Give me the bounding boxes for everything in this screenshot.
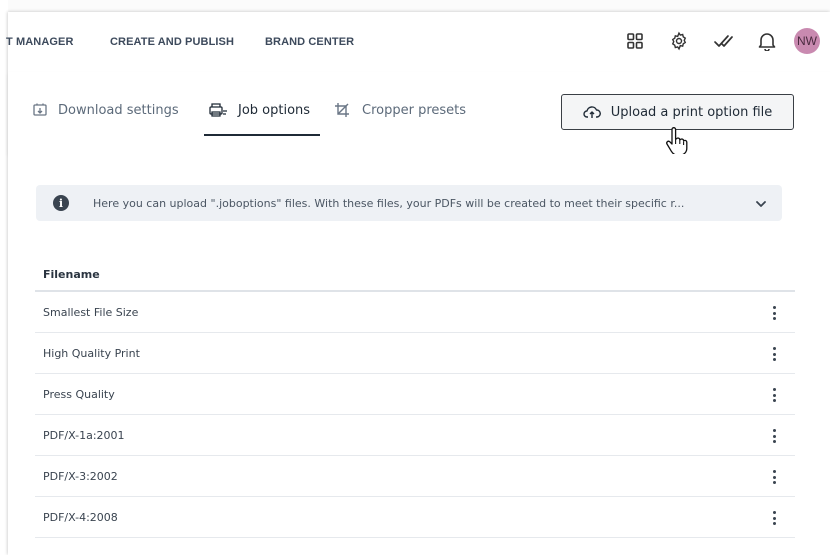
active-tab-indicator (204, 134, 320, 136)
nav-asset-manager[interactable]: T MANAGER (6, 36, 74, 48)
app-window: T MANAGER CREATE AND PUBLISH BRAND CENTE… (6, 12, 830, 555)
nav-create-and-publish[interactable]: CREATE AND PUBLISH (110, 36, 234, 48)
column-header-filename[interactable]: Filename (35, 258, 795, 292)
more-options-icon[interactable] (769, 468, 779, 486)
info-banner: i Here you can upload ".joboptions" file… (36, 185, 782, 221)
job-options-table: Filename Smallest File Size High Quality… (35, 258, 795, 538)
more-options-icon[interactable] (769, 304, 779, 322)
tab-job-options-label: Job options (238, 102, 311, 118)
bell-icon[interactable] (754, 28, 780, 54)
more-options-icon[interactable] (769, 427, 779, 445)
tab-download-settings[interactable]: Download settings (32, 102, 179, 118)
job-options-icon (208, 102, 228, 118)
table-row[interactable]: High Quality Print (35, 333, 795, 374)
settings-tab-bar: Download settings Job options Cropper pr… (8, 72, 830, 154)
more-options-icon[interactable] (769, 509, 779, 527)
double-check-icon[interactable] (710, 28, 736, 54)
upload-print-option-button[interactable]: Upload a print option file (561, 94, 794, 130)
table-row[interactable]: PDF/X-1a:2001 (35, 415, 795, 456)
apps-grid-icon[interactable] (622, 28, 648, 54)
filename-cell: Press Quality (43, 387, 115, 401)
filename-cell: High Quality Print (43, 346, 140, 360)
crop-icon (334, 102, 352, 118)
window-edge (0, 0, 8, 555)
job-options-content: i Here you can upload ".joboptions" file… (8, 154, 830, 555)
filename-cell: Smallest File Size (43, 305, 139, 319)
info-icon: i (53, 195, 69, 211)
filename-cell: PDF/X-4:2008 (43, 510, 118, 524)
top-navigation: T MANAGER CREATE AND PUBLISH BRAND CENTE… (6, 12, 830, 72)
chevron-down-icon[interactable] (754, 196, 768, 215)
more-options-icon[interactable] (769, 345, 779, 363)
upload-button-label: Upload a print option file (610, 104, 773, 120)
nav-brand-center[interactable]: BRAND CENTER (265, 36, 354, 48)
filename-cell: PDF/X-3:2002 (43, 469, 118, 483)
avatar[interactable]: NW (794, 28, 820, 54)
info-text: Here you can upload ".joboptions" files.… (93, 196, 685, 210)
table-row[interactable]: PDF/X-3:2002 (35, 456, 795, 497)
download-settings-icon (32, 102, 48, 118)
tab-cropper-presets-label: Cropper presets (362, 102, 467, 118)
nav-icon-group: NW (604, 28, 820, 54)
table-row[interactable]: PDF/X-4:2008 (35, 497, 795, 538)
cloud-upload-icon (583, 105, 601, 119)
filename-cell: PDF/X-1a:2001 (43, 428, 125, 442)
table-row[interactable]: Press Quality (35, 374, 795, 415)
tab-job-options[interactable]: Job options (208, 102, 310, 118)
tab-download-settings-label: Download settings (58, 102, 179, 118)
tab-cropper-presets[interactable]: Cropper presets (334, 102, 466, 118)
table-row[interactable]: Smallest File Size (35, 292, 795, 333)
more-options-icon[interactable] (769, 386, 779, 404)
gear-icon[interactable] (666, 28, 692, 54)
